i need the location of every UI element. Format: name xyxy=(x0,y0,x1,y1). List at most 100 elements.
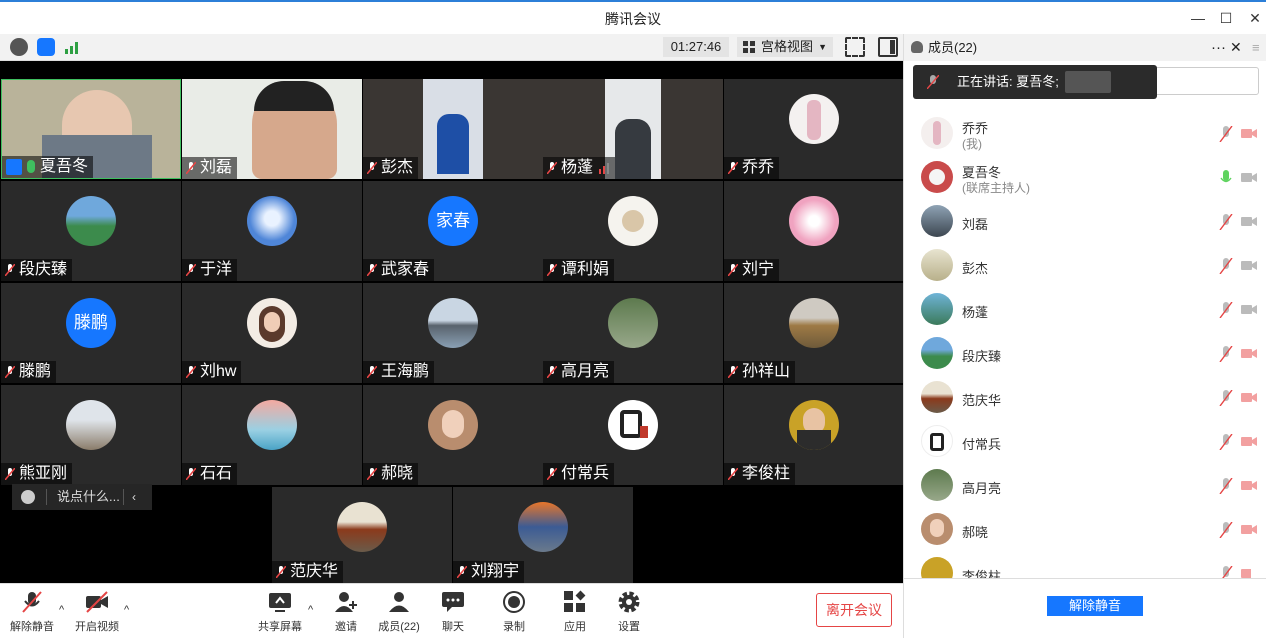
control-bar: 解除静音 ^ 开启视频 ^ 共享屏幕 ^ 邀请 成员(22) 聊天 录制 应用 … xyxy=(0,583,903,638)
video-tile[interactable]: 乔乔 xyxy=(724,79,904,179)
toggle-panel-button[interactable] xyxy=(878,37,898,57)
camera-off-icon[interactable] xyxy=(1241,348,1257,359)
member-row[interactable]: 范庆华 xyxy=(921,378,1257,418)
video-tile[interactable]: 刘磊 xyxy=(182,79,362,179)
mic-muted-icon[interactable] xyxy=(1219,478,1233,494)
camera-off-icon[interactable] xyxy=(1241,480,1257,491)
member-row[interactable]: 杨蓬 xyxy=(921,290,1257,330)
more-options-icon[interactable]: ··· xyxy=(1211,34,1226,61)
video-tile[interactable]: 家春 武家春 xyxy=(363,181,543,281)
fullscreen-button[interactable] xyxy=(845,37,865,57)
avatar xyxy=(921,381,953,413)
settings-button[interactable]: 设置 xyxy=(599,590,659,634)
chat-divider xyxy=(123,489,124,505)
view-selector[interactable]: 宫格视图 ▼ xyxy=(737,37,833,57)
mic-muted-icon[interactable] xyxy=(1219,126,1233,142)
member-role: (联席主持人) xyxy=(962,181,1030,195)
member-row[interactable]: 刘磊 xyxy=(921,202,1257,242)
mic-muted-icon[interactable] xyxy=(1219,346,1233,362)
members-panel-title: 成员(22) xyxy=(928,40,978,55)
minimize-button[interactable]: — xyxy=(1188,8,1208,28)
chat-input[interactable]: 说点什么... ‹ xyxy=(12,484,152,510)
close-button[interactable]: ✕ xyxy=(1245,8,1265,28)
video-tile[interactable]: 高月亮 xyxy=(543,283,723,383)
video-tile[interactable]: 刘翔宇 xyxy=(453,487,633,583)
signal-icon[interactable] xyxy=(65,40,81,54)
camera-off-icon[interactable] xyxy=(1241,568,1251,578)
mic-muted-icon[interactable] xyxy=(1219,390,1233,406)
member-row[interactable]: 彭杰 xyxy=(921,246,1257,286)
tile-name-label: 孙祥山 xyxy=(724,361,796,383)
video-tile[interactable]: 杨蓬 xyxy=(543,79,723,179)
video-tile[interactable]: 付常兵 xyxy=(543,385,723,485)
video-tile[interactable]: 刘宁 xyxy=(724,181,904,281)
mic-muted-icon[interactable] xyxy=(1219,258,1233,274)
camera-icon[interactable] xyxy=(1241,216,1257,227)
member-row[interactable]: 乔乔 (我) xyxy=(921,114,1257,154)
tile-name-label: 乔乔 xyxy=(724,157,780,179)
record-button[interactable]: 录制 xyxy=(484,590,544,634)
member-row[interactable]: 高月亮 xyxy=(921,466,1257,506)
video-tile[interactable]: 熊亚刚 xyxy=(1,385,181,485)
member-row[interactable]: 段庆臻 xyxy=(921,334,1257,374)
video-tile[interactable]: 谭利娟 xyxy=(543,181,723,281)
video-tile[interactable]: 范庆华 xyxy=(272,487,452,583)
camera-icon[interactable] xyxy=(1241,172,1257,183)
camera-off-icon[interactable] xyxy=(1241,392,1257,403)
unmute-button[interactable]: 解除静音 xyxy=(2,590,62,634)
video-tile[interactable]: 王海鹏 xyxy=(363,283,543,383)
share-screen-button[interactable]: 共享屏幕 xyxy=(250,590,310,634)
camera-icon[interactable] xyxy=(1241,260,1257,271)
video-options-chevron-icon[interactable]: ^ xyxy=(124,604,129,616)
member-row[interactable]: 李俊柱 xyxy=(921,554,1251,578)
audio-options-chevron-icon[interactable]: ^ xyxy=(59,604,64,616)
member-row[interactable]: 付常兵 xyxy=(921,422,1257,462)
video-tile[interactable]: 段庆臻 xyxy=(1,181,181,281)
mic-muted-icon[interactable] xyxy=(1219,522,1233,538)
start-video-button[interactable]: 开启视频 xyxy=(67,590,127,634)
invite-button[interactable]: 邀请 xyxy=(316,590,376,634)
unmute-all-button[interactable]: 解除静音 xyxy=(1047,596,1143,616)
blurred-name xyxy=(1065,71,1111,93)
mic-muted-icon[interactable] xyxy=(1219,566,1233,578)
leave-meeting-button[interactable]: 离开会议 xyxy=(816,593,892,627)
avatar xyxy=(518,502,568,552)
share-options-chevron-icon[interactable]: ^ xyxy=(308,604,313,616)
collapse-chevron-icon[interactable]: ‹ xyxy=(132,484,136,510)
maximize-button[interactable]: ☐ xyxy=(1216,8,1236,28)
chat-button[interactable]: 聊天 xyxy=(423,590,483,634)
mic-muted-icon xyxy=(547,162,557,174)
video-tile[interactable]: 彭杰 xyxy=(363,79,543,179)
member-row[interactable]: 夏吾冬 (联席主持人) xyxy=(921,158,1257,198)
video-tile[interactable]: 夏吾冬 xyxy=(1,79,181,179)
mic-muted-icon[interactable] xyxy=(1219,434,1233,450)
video-tile[interactable]: 于洋 xyxy=(182,181,362,281)
emoji-icon[interactable] xyxy=(21,490,35,504)
video-tile[interactable]: 滕鹏 滕鹏 xyxy=(1,283,181,383)
camera-off-icon[interactable] xyxy=(1241,524,1257,535)
mic-muted-icon[interactable] xyxy=(1219,302,1233,318)
apps-button[interactable]: 应用 xyxy=(545,590,605,634)
close-panel-icon[interactable]: ✕ xyxy=(1230,34,1242,61)
video-tile[interactable]: 孙祥山 xyxy=(724,283,904,383)
avatar xyxy=(608,298,658,348)
video-tile[interactable]: 刘hw xyxy=(182,283,362,383)
video-tile[interactable]: 郝晓 xyxy=(363,385,543,485)
mic-on-icon[interactable] xyxy=(1219,170,1233,186)
tile-name: 李俊柱 xyxy=(742,465,791,482)
info-icon[interactable] xyxy=(10,38,28,56)
mic-muted-icon[interactable] xyxy=(1219,214,1233,230)
shield-icon[interactable] xyxy=(37,38,55,56)
camera-icon[interactable] xyxy=(1241,304,1257,315)
video-tile[interactable]: 李俊柱 xyxy=(724,385,904,485)
member-role: (我) xyxy=(962,137,982,151)
member-row[interactable]: 郝晓 xyxy=(921,510,1257,550)
camera-off-icon[interactable] xyxy=(1241,128,1257,139)
panel-menu-icon[interactable]: ≡ xyxy=(1252,34,1260,61)
video-tile[interactable]: 石石 xyxy=(182,385,362,485)
members-button[interactable]: 成员(22) xyxy=(369,590,429,634)
gear-icon xyxy=(617,590,641,614)
camera-off-icon[interactable] xyxy=(1241,436,1257,447)
window-title: 腾讯会议 xyxy=(605,11,661,27)
meeting-toolbar: 01:27:46 宫格视图 ▼ xyxy=(0,34,903,61)
